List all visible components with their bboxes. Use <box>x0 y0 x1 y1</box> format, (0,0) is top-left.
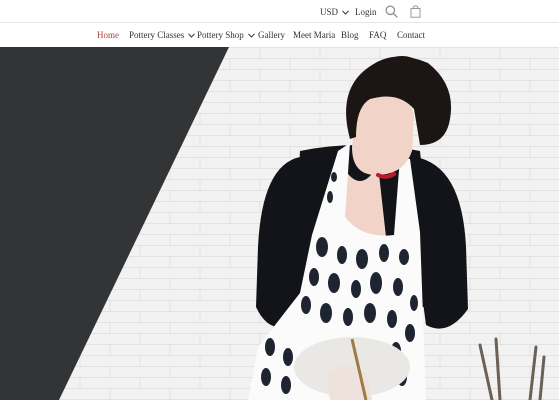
nav-item-label: Contact <box>397 30 425 40</box>
nav-item-home[interactable]: Home <box>97 30 119 40</box>
login-link[interactable]: Login <box>355 7 377 17</box>
nav-item-blog[interactable]: Blog <box>341 30 359 40</box>
nav-item-pottery-classes[interactable]: Pottery Classes <box>129 30 196 40</box>
main-navigation: Home Pottery Classes Pottery Shop Galler… <box>0 23 559 47</box>
nav-item-label: Meet Maria <box>293 30 336 40</box>
nav-item-meet-maria[interactable]: Meet Maria <box>293 30 335 40</box>
hero-banner <box>0 47 559 400</box>
nav-item-label: FAQ <box>369 30 387 40</box>
nav-item-gallery[interactable]: Gallery <box>258 30 285 40</box>
search-icon[interactable] <box>385 5 398 18</box>
nav-item-pottery-shop[interactable]: Pottery Shop <box>197 30 255 40</box>
nav-item-label: Pottery Classes <box>129 30 185 40</box>
chevron-down-icon <box>342 9 349 15</box>
currency-selector[interactable]: USD <box>320 7 349 17</box>
nav-item-label: Pottery Shop <box>197 30 244 40</box>
nav-item-faq[interactable]: FAQ <box>369 30 386 40</box>
nav-item-label: Gallery <box>258 30 285 40</box>
hero-image <box>0 47 559 400</box>
top-utility-bar: USD Login <box>0 0 559 22</box>
currency-label: USD <box>320 7 339 17</box>
shopping-bag-icon[interactable] <box>410 4 421 18</box>
nav-item-label: Home <box>97 30 119 40</box>
chevron-down-icon <box>247 32 255 38</box>
nav-item-label: Blog <box>341 30 359 40</box>
chevron-down-icon <box>188 32 196 38</box>
nav-item-contact[interactable]: Contact <box>397 30 425 40</box>
